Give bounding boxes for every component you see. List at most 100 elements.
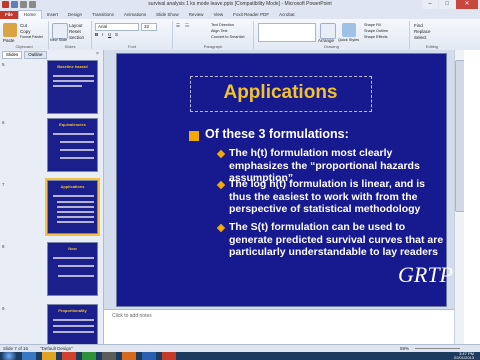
tab-transitions[interactable]: Transitions: [87, 11, 119, 19]
shape-effects-button[interactable]: Shape Effects: [364, 35, 388, 39]
window-title: survival analysis 1 ks mode leave.pptx […: [148, 1, 332, 7]
paste-icon[interactable]: [3, 23, 17, 37]
arrange-button[interactable]: Arrange: [318, 38, 334, 43]
thumbnail-title: Applications: [60, 184, 85, 189]
editing-group: Find Replace Select Editing: [410, 21, 454, 49]
taskbar-app-icon[interactable]: [82, 352, 96, 360]
tab-insert[interactable]: Insert: [42, 11, 63, 19]
theme-name: "Default Design": [40, 346, 73, 351]
slide-thumbnail[interactable]: Baseline hazard: [47, 60, 98, 114]
slide-thumbnail-selected[interactable]: Applications: [45, 178, 100, 236]
numbering-icon[interactable]: ☷: [185, 23, 189, 29]
editing-group-label: Editing: [425, 44, 439, 49]
find-button[interactable]: Find: [414, 23, 423, 28]
slide-thumbnail[interactable]: Proportionality: [47, 304, 98, 346]
slide-number: 7: [2, 182, 5, 187]
reset-button[interactable]: Reset: [69, 29, 81, 34]
pane-close-button[interactable]: ×: [96, 51, 99, 57]
bullets-icon[interactable]: ☰: [176, 23, 180, 29]
new-slide-icon[interactable]: [52, 23, 68, 39]
clipboard-group-label: Clipboard: [15, 44, 33, 49]
thumbnail-title: Now: [68, 246, 77, 251]
slide-number: 5: [2, 62, 5, 67]
square-bullet-icon: [189, 131, 199, 141]
maximize-button[interactable]: □: [439, 0, 455, 9]
section-button[interactable]: Section: [69, 35, 84, 40]
layout-button[interactable]: Layout: [69, 23, 83, 28]
ribbon-tabs: File Home Insert Design Transitions Anim…: [0, 10, 480, 19]
format-painter-button[interactable]: Format Painter: [20, 35, 43, 39]
tab-file[interactable]: File: [0, 11, 18, 19]
tab-home[interactable]: Home: [17, 10, 42, 19]
slides-group-label: Slides: [64, 44, 76, 49]
cut-button[interactable]: Cut: [20, 23, 27, 28]
close-button[interactable]: ✕: [456, 0, 478, 9]
taskbar-app-icon[interactable]: [62, 352, 76, 360]
sub-bullet-text: The log h(t) formulation is linear, and …: [229, 178, 426, 215]
quick-access-toolbar: [2, 1, 36, 9]
slide-number: 8: [2, 244, 5, 249]
text-direction-button[interactable]: Text Direction: [211, 23, 234, 27]
shapes-gallery[interactable]: [258, 23, 316, 42]
taskbar-app-icon[interactable]: [22, 352, 36, 360]
tab-animations[interactable]: Animations: [119, 11, 151, 19]
new-slide-button[interactable]: New Slide: [50, 38, 67, 42]
thumbnail-title: Baseline hazard: [57, 64, 88, 69]
bold-button[interactable]: B: [95, 32, 98, 37]
system-clock: 3:47 PM 02/01/2013: [454, 352, 474, 360]
font-name-select[interactable]: Arial: [95, 23, 139, 31]
tab-view[interactable]: View: [208, 11, 228, 19]
convert-smartart-button[interactable]: Convert to SmartArt: [211, 35, 245, 39]
replace-button[interactable]: Replace: [414, 29, 431, 34]
redo-icon[interactable]: [29, 1, 36, 8]
powerpoint-app-icon[interactable]: [2, 1, 9, 8]
slide-number: 9: [2, 306, 5, 311]
slide-thumbnail[interactable]: Now: [47, 242, 98, 296]
taskbar-app-icon[interactable]: [122, 352, 136, 360]
align-text-button[interactable]: Align Text: [211, 29, 227, 33]
tab-foxit[interactable]: Foxit Reader PDF: [228, 11, 274, 19]
slide-thumbnail[interactable]: Equivalencies: [47, 118, 98, 172]
select-button[interactable]: Select: [414, 35, 427, 40]
zoom-slider[interactable]: [415, 348, 460, 349]
arrange-icon[interactable]: [320, 23, 336, 39]
save-icon[interactable]: [11, 1, 18, 8]
tab-outline[interactable]: Outline: [24, 51, 47, 59]
start-button[interactable]: [2, 352, 16, 360]
font-group: Arial 32 B I U S Font: [92, 21, 173, 49]
zoom-level[interactable]: 59%: [400, 346, 409, 351]
notes-placeholder: Click to add notes: [112, 313, 152, 319]
font-size-select[interactable]: 32: [141, 23, 157, 31]
notes-pane[interactable]: [104, 309, 454, 345]
taskbar-powerpoint-icon[interactable]: [162, 352, 176, 360]
quick-styles-button[interactable]: Quick Styles: [338, 38, 359, 42]
thumbnail-title: Equivalencies: [59, 122, 86, 127]
undo-icon[interactable]: [20, 1, 27, 8]
tab-review[interactable]: Review: [184, 11, 209, 19]
quick-styles-icon[interactable]: [342, 23, 356, 37]
tab-design[interactable]: Design: [63, 11, 87, 19]
shape-outline-button[interactable]: Shape Outline: [364, 29, 388, 33]
shadow-button[interactable]: S: [115, 32, 118, 37]
underline-button[interactable]: U: [108, 32, 111, 37]
slide-number: 6: [2, 120, 5, 125]
logo: GRTP: [398, 262, 453, 287]
copy-button[interactable]: Copy: [20, 29, 31, 34]
taskbar-app-icon[interactable]: [102, 352, 116, 360]
tab-acrobat[interactable]: Acrobat: [274, 11, 300, 19]
bullet-text: Of these 3 formulations:: [205, 127, 349, 141]
slide-title: Applications: [223, 82, 338, 103]
paste-button[interactable]: Paste: [3, 38, 15, 43]
sub-bullet-text: The S(t) formulation can be used to gene…: [229, 221, 444, 258]
taskbar-app-icon[interactable]: [142, 352, 156, 360]
shape-fill-button[interactable]: Shape Fill: [364, 23, 381, 27]
taskbar-app-icon[interactable]: [42, 352, 56, 360]
font-group-label: Font: [127, 44, 136, 49]
thumbnail-title: Proportionality: [58, 308, 87, 313]
minimize-button[interactable]: –: [422, 0, 438, 9]
italic-button[interactable]: I: [102, 32, 103, 37]
tab-slide-show[interactable]: Slide Show: [151, 11, 184, 19]
tab-slides[interactable]: Slides: [2, 51, 23, 59]
window-right-edge: [464, 50, 480, 344]
drawing-group-label: Drawing: [324, 44, 339, 49]
